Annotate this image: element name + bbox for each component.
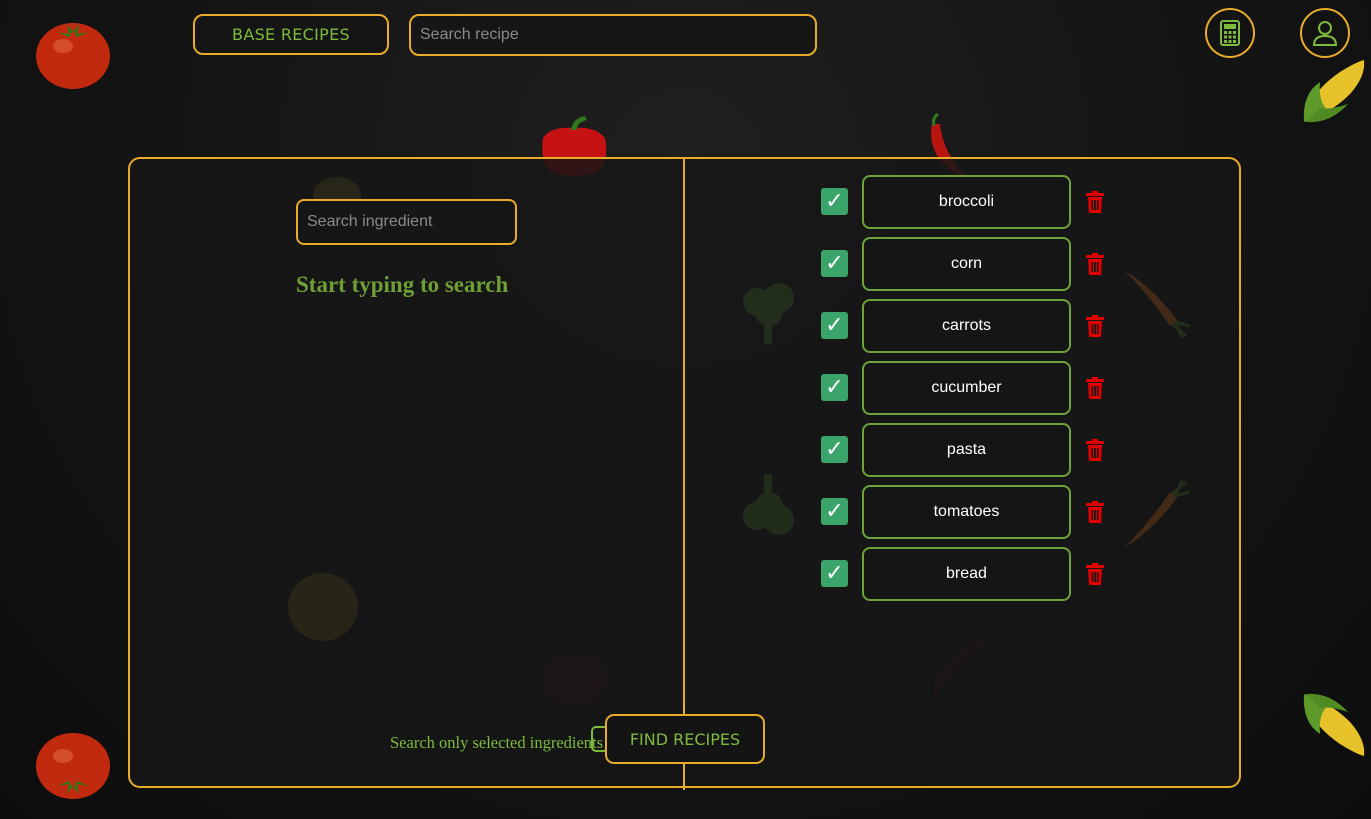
ingredient-name: cucumber [862,361,1071,415]
ingredient-checkbox[interactable]: ✓ [821,560,848,587]
ingredient-row: ✓ corn [819,237,1119,291]
carrot-decoration-icon [1124,480,1190,548]
panel-divider [683,158,685,790]
ingredient-name: bread [862,547,1071,601]
ingredient-checkbox[interactable]: ✓ [821,312,848,339]
checkmark-icon: ✓ [825,437,844,462]
carrot-decoration-icon [1124,270,1190,338]
checkmark-icon: ✓ [825,499,844,524]
checkmark-icon: ✓ [825,561,844,586]
ingredient-name: tomatoes [862,485,1071,539]
checkmark-icon: ✓ [825,375,844,400]
trash-icon[interactable] [1086,439,1104,461]
trash-icon[interactable] [1086,501,1104,523]
trash-icon[interactable] [1086,253,1104,275]
ingredient-name: corn [862,237,1071,291]
only-selected-label: Search only selected ingredients [390,733,604,752]
broccoli-decoration-icon [743,283,794,344]
search-hint-text: Start typing to search [296,272,509,297]
ingredient-row: ✓ carrots [819,299,1119,353]
ingredient-row: ✓ broccoli [819,175,1119,229]
trash-icon[interactable] [1086,377,1104,399]
ingredient-name: broccoli [862,175,1071,229]
user-profile-button[interactable] [1300,8,1350,58]
trash-icon[interactable] [1086,563,1104,585]
trash-icon[interactable] [1086,315,1104,337]
checkmark-icon: ✓ [825,189,844,214]
search-ingredient-input[interactable] [296,199,517,245]
ingredient-checkbox[interactable]: ✓ [821,498,848,525]
tomato-decoration-icon [36,733,110,799]
ingredient-row: ✓ cucumber [819,361,1119,415]
calculator-button[interactable] [1205,8,1255,58]
broccoli-decoration-icon [743,474,794,535]
corn-decoration-icon [1303,60,1365,123]
ingredient-name: carrots [862,299,1071,353]
user-icon [1312,21,1338,46]
corn-decoration-icon [1303,693,1365,756]
tomato-decoration-icon [36,23,110,89]
search-recipe-input[interactable] [409,14,817,56]
checkmark-icon: ✓ [825,251,844,276]
trash-icon[interactable] [1086,191,1104,213]
ingredient-row: ✓ pasta [819,423,1119,477]
ingredient-checkbox[interactable]: ✓ [821,188,848,215]
ingredient-checkbox[interactable]: ✓ [821,436,848,463]
find-recipes-button[interactable]: FIND RECIPES [605,714,765,764]
checkmark-icon: ✓ [825,313,844,338]
ingredient-name: pasta [862,423,1071,477]
ingredient-row: ✓ tomatoes [819,485,1119,539]
base-recipes-button[interactable]: BASE RECIPES [193,14,389,55]
potato-decoration-icon [288,573,358,641]
ingredient-row: ✓ bread [819,547,1119,601]
ingredient-checkbox[interactable]: ✓ [821,250,848,277]
ingredient-checkbox[interactable]: ✓ [821,374,848,401]
calculator-icon [1220,20,1240,46]
